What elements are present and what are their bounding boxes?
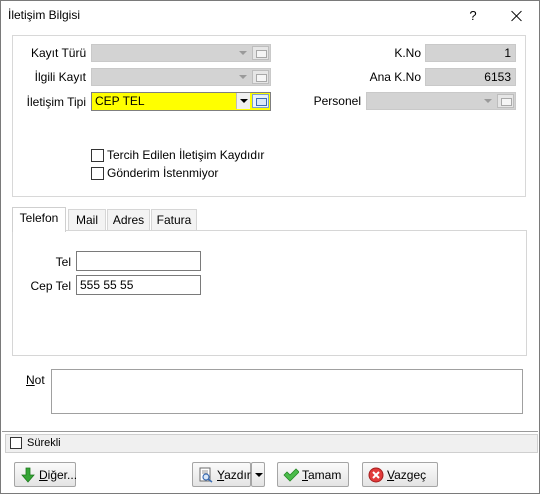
tercih-label[interactable]: Tercih Edilen İletişim Kaydıdır [107, 148, 264, 162]
ilgili-kayit-label: İlgili Kayıt [34, 70, 86, 84]
kno-label: K.No [394, 46, 421, 60]
chevron-down-icon[interactable] [236, 69, 250, 85]
tel-input[interactable] [76, 251, 201, 271]
footer-separator [2, 431, 538, 432]
vazgec-label: Vazgeç [387, 468, 427, 482]
gonderim-checkbox[interactable] [91, 167, 104, 180]
kno-field: 1 [425, 44, 516, 62]
arrow-down-icon [21, 467, 35, 483]
personel-label: Personel [313, 94, 361, 108]
yazdir-dropdown-button[interactable] [251, 462, 265, 487]
tab-telefon[interactable]: Telefon [12, 207, 66, 232]
print-preview-icon [199, 467, 213, 483]
vazgec-button[interactable]: Vazgeç [362, 462, 438, 487]
personel-combo[interactable] [366, 92, 516, 110]
window-title: İletişim Bilgisi [8, 8, 81, 22]
ilgili-kayit-combo[interactable] [91, 68, 271, 86]
iletisim-tipi-label: İletişim Tipi [26, 95, 86, 109]
yazdir-label: Yazdır [217, 468, 251, 482]
cep-tel-label: Cep Tel [30, 279, 71, 293]
surekli-bar: Sürekli [5, 434, 538, 453]
yazdir-button[interactable]: Yazdır [192, 462, 251, 487]
surekli-label[interactable]: Sürekli [27, 437, 61, 449]
title-bar: İletişim Bilgisi ? [1, 1, 539, 31]
chevron-down-icon [255, 473, 263, 477]
gonderim-label[interactable]: Gönderim İstenmiyor [107, 166, 218, 180]
iletisim-tipi-value: CEP TEL [95, 94, 145, 108]
tercih-checkbox[interactable] [91, 149, 104, 162]
cancel-icon [368, 467, 384, 483]
ana-kno-label: Ana K.No [369, 70, 421, 84]
tab-mail[interactable]: Mail [68, 209, 106, 231]
close-icon[interactable] [504, 4, 530, 28]
tab-adres[interactable]: Adres [107, 209, 150, 231]
diger-label: Diğer... [39, 468, 78, 482]
ana-kno-field: 6153 [425, 68, 516, 86]
lookup-icon[interactable] [252, 70, 269, 84]
tamam-button[interactable]: Tamam [277, 462, 349, 487]
iletisim-tipi-combo[interactable]: CEP TEL [91, 92, 271, 111]
contact-info-dialog: İletişim Bilgisi ? Kayıt Türü İlgili Kay… [0, 0, 540, 494]
kayit-turu-combo[interactable] [91, 44, 271, 62]
chevron-down-icon[interactable] [236, 93, 250, 109]
diger-button[interactable]: Diğer... [14, 462, 78, 487]
tamam-label: Tamam [302, 468, 342, 482]
kayit-turu-label: Kayıt Türü [31, 46, 87, 60]
surekli-checkbox[interactable] [10, 437, 22, 449]
tab-fatura[interactable]: Fatura [151, 209, 197, 231]
not-memo[interactable] [51, 369, 523, 414]
tel-label: Tel [55, 255, 71, 269]
checkmark-icon [283, 468, 299, 482]
lookup-icon[interactable] [252, 46, 269, 60]
lookup-icon[interactable] [497, 94, 514, 108]
chevron-down-icon[interactable] [481, 93, 495, 109]
lookup-icon[interactable] [252, 94, 269, 108]
help-button[interactable]: ? [463, 6, 483, 26]
not-label: Not [26, 373, 45, 387]
cep-tel-input[interactable]: 555 55 55 [76, 275, 201, 295]
chevron-down-icon[interactable] [236, 45, 250, 61]
